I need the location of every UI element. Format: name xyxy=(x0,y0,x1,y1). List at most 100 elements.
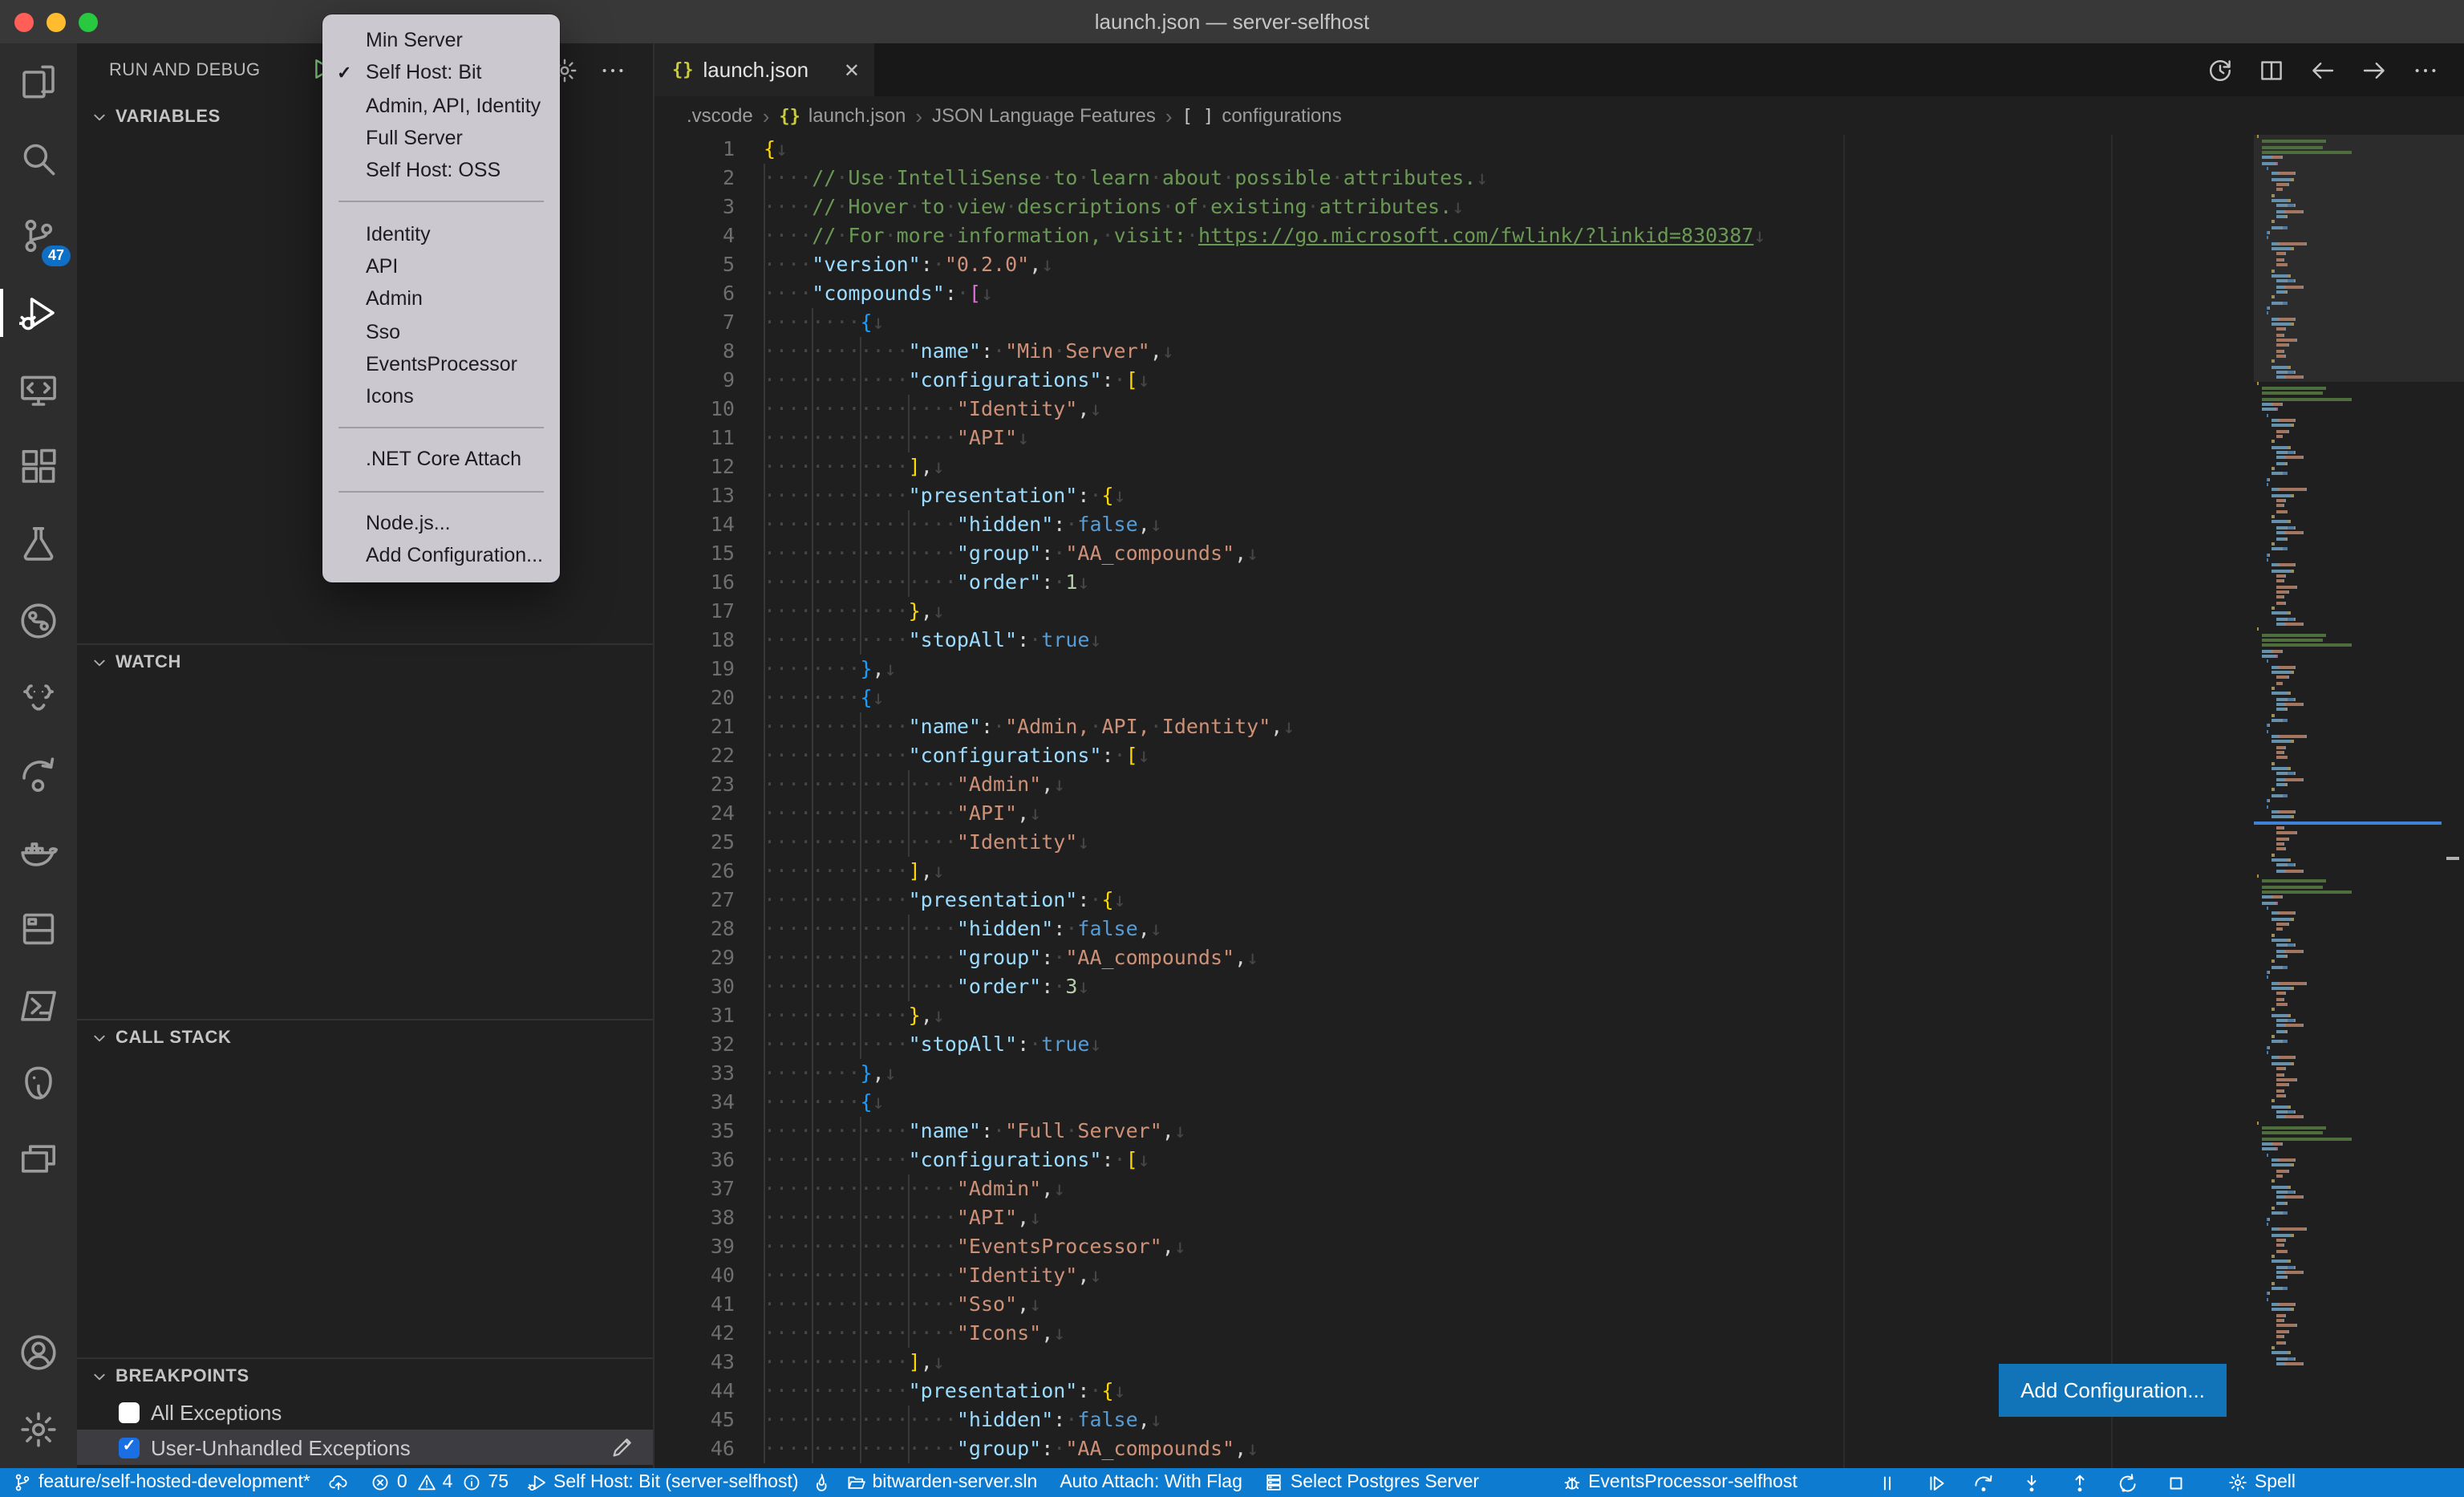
code-line[interactable]: 5····"version":·"0.2.0",↓ xyxy=(654,250,2254,279)
code-editor[interactable]: 1{↓2····//·Use·IntelliSense·to·learn·abo… xyxy=(654,135,2254,1468)
code-line[interactable]: 26············],↓ xyxy=(654,857,2254,886)
code-line[interactable]: 15················"group":·"AA_compounds… xyxy=(654,539,2254,568)
menu-item-api[interactable]: API xyxy=(322,250,560,283)
menu-item-node-js[interactable]: Node.js... xyxy=(322,506,560,539)
line-number[interactable]: 2 xyxy=(654,164,735,193)
code-line[interactable]: 8············"name":·"Min·Server",↓ xyxy=(654,337,2254,366)
code-line[interactable]: 11················"API"↓ xyxy=(654,424,2254,452)
line-number[interactable]: 34 xyxy=(654,1088,735,1117)
status-select-postgres-server[interactable]: Select Postgres Server xyxy=(1265,1473,1479,1492)
menu-item-min-server[interactable]: Min Server xyxy=(322,24,560,57)
debug-continue-button[interactable] xyxy=(1926,1472,1947,1493)
code-line[interactable]: 33········},↓ xyxy=(654,1059,2254,1088)
code-line[interactable]: 20········{↓ xyxy=(654,684,2254,712)
code-line[interactable]: 21············"name":·"Admin,·API,·Ident… xyxy=(654,712,2254,741)
line-number[interactable]: 8 xyxy=(654,337,735,366)
line-number[interactable]: 41 xyxy=(654,1290,735,1319)
tab-launch-json[interactable]: {} launch.json ✕ xyxy=(654,43,874,96)
line-number[interactable]: 33 xyxy=(654,1059,735,1088)
add-configuration-button[interactable]: Add Configuration... xyxy=(1999,1364,2227,1417)
line-number[interactable]: 5 xyxy=(654,250,735,279)
code-line[interactable]: 34········{↓ xyxy=(654,1088,2254,1117)
edit-condition-icon[interactable] xyxy=(610,1435,634,1459)
code-line[interactable]: 41················"Sso",↓ xyxy=(654,1290,2254,1319)
line-number[interactable]: 28 xyxy=(654,915,735,943)
line-number[interactable]: 4 xyxy=(654,221,735,250)
activity-item-database[interactable] xyxy=(0,890,77,968)
activity-item-docker[interactable] xyxy=(0,813,77,890)
line-number[interactable]: 10 xyxy=(654,395,735,424)
line-number[interactable]: 16 xyxy=(654,568,735,597)
code-line[interactable]: 40················"Identity",↓ xyxy=(654,1261,2254,1290)
line-number[interactable]: 44 xyxy=(654,1377,735,1406)
minimize-window-button[interactable] xyxy=(47,13,66,32)
line-number[interactable]: 9 xyxy=(654,366,735,395)
menu-item-self-host-bit[interactable]: ✓Self Host: Bit xyxy=(322,57,560,90)
menu-item-eventsprocessor[interactable]: EventsProcessor xyxy=(322,347,560,380)
menu-item-sso[interactable]: Sso xyxy=(322,315,560,348)
activity-item-accounts[interactable] xyxy=(0,1314,77,1391)
breadcrumb-item[interactable]: [ ]configurations xyxy=(1182,104,1342,127)
breakpoint-checkbox[interactable] xyxy=(119,1402,140,1422)
line-number[interactable]: 26 xyxy=(654,857,735,886)
activity-item-powershell[interactable] xyxy=(0,968,77,1045)
line-number[interactable]: 3 xyxy=(654,193,735,221)
activity-item-braces-extension[interactable] xyxy=(0,659,77,736)
line-number[interactable]: 29 xyxy=(654,943,735,972)
debug-restart-button[interactable] xyxy=(2118,1472,2139,1493)
line-number[interactable]: 30 xyxy=(654,972,735,1001)
code-line[interactable]: 22············"configurations":·[↓ xyxy=(654,741,2254,770)
activity-item-windows-layout[interactable] xyxy=(0,1122,77,1199)
code-line[interactable]: 39················"EventsProcessor",↓ xyxy=(654,1232,2254,1261)
line-number[interactable]: 6 xyxy=(654,279,735,308)
code-line[interactable]: 37················"Admin",↓ xyxy=(654,1174,2254,1203)
activity-item-testing[interactable] xyxy=(0,505,77,582)
line-number[interactable]: 45 xyxy=(654,1406,735,1434)
more-icon[interactable] xyxy=(2413,57,2438,83)
menu-item-identity[interactable]: Identity xyxy=(322,217,560,250)
menu-item-net-core-attach[interactable]: .NET Core Attach xyxy=(322,444,560,477)
debug-pause-button[interactable] xyxy=(1878,1472,1899,1493)
line-number[interactable]: 23 xyxy=(654,770,735,799)
status-flame[interactable] xyxy=(812,1473,831,1492)
status-cloud-upload[interactable] xyxy=(330,1473,349,1492)
code-line[interactable]: 25················"Identity"↓ xyxy=(654,828,2254,857)
line-number[interactable]: 31 xyxy=(654,1001,735,1030)
debug-step-out-button[interactable] xyxy=(2070,1472,2091,1493)
line-number[interactable]: 35 xyxy=(654,1117,735,1146)
status-spell-checker[interactable]: Spell xyxy=(2229,1473,2296,1492)
breakpoint-checkbox[interactable]: ✓ xyxy=(119,1437,140,1458)
menu-item-admin[interactable]: Admin xyxy=(322,282,560,315)
code-line[interactable]: 38················"API",↓ xyxy=(654,1203,2254,1232)
debug-step-into-button[interactable] xyxy=(2022,1472,2043,1493)
code-line[interactable]: 7········{↓ xyxy=(654,308,2254,337)
code-line[interactable]: 31············},↓ xyxy=(654,1001,2254,1030)
line-number[interactable]: 13 xyxy=(654,481,735,510)
line-number[interactable]: 40 xyxy=(654,1261,735,1290)
activity-item-source-control[interactable]: 47 xyxy=(0,197,77,274)
activity-item-git-graph[interactable] xyxy=(0,582,77,659)
close-tab-icon[interactable]: ✕ xyxy=(844,60,860,79)
breadcrumb-item[interactable]: JSON Language Features xyxy=(932,104,1156,127)
status-4[interactable]: 4 xyxy=(417,1473,453,1492)
line-number[interactable]: 1 xyxy=(654,135,735,164)
code-line[interactable]: 14················"hidden":·false,↓ xyxy=(654,510,2254,539)
history-icon[interactable] xyxy=(2207,57,2233,83)
line-number[interactable]: 12 xyxy=(654,452,735,481)
activity-item-search[interactable] xyxy=(0,120,77,197)
code-line[interactable]: 6····"compounds":·[↓ xyxy=(654,279,2254,308)
code-line[interactable]: 42················"Icons",↓ xyxy=(654,1319,2254,1348)
breakpoint-row[interactable]: ✓User-Unhandled Exceptions xyxy=(77,1430,653,1465)
activity-item-postgresql[interactable] xyxy=(0,1045,77,1122)
code-line[interactable]: 12············],↓ xyxy=(654,452,2254,481)
line-number[interactable]: 43 xyxy=(654,1348,735,1377)
line-number[interactable]: 37 xyxy=(654,1174,735,1203)
line-number[interactable]: 39 xyxy=(654,1232,735,1261)
line-number[interactable]: 25 xyxy=(654,828,735,857)
line-number[interactable]: 17 xyxy=(654,597,735,626)
breadcrumb-item[interactable]: {}launch.json xyxy=(779,104,906,127)
code-line[interactable]: 3····//·Hover·to·view·descriptions·of·ex… xyxy=(654,193,2254,221)
code-line[interactable]: 36············"configurations":·[↓ xyxy=(654,1146,2254,1174)
code-line[interactable]: 29················"group":·"AA_compounds… xyxy=(654,943,2254,972)
line-number[interactable]: 24 xyxy=(654,799,735,828)
